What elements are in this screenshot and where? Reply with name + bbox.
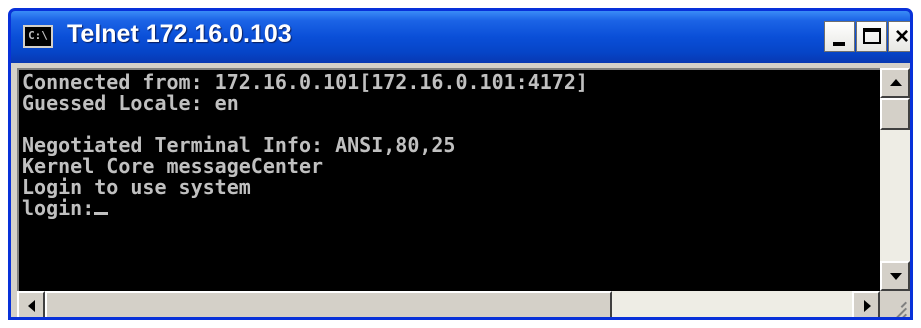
- minimize-button[interactable]: [824, 21, 855, 52]
- terminal-line: Connected from: 172.16.0.101[172.16.0.10…: [22, 70, 588, 94]
- scroll-up-button[interactable]: [880, 68, 910, 98]
- horizontal-scroll-thumb[interactable]: [45, 291, 612, 317]
- maximize-icon: [863, 28, 881, 44]
- horizontal-scrollbar[interactable]: [17, 291, 880, 317]
- vertical-scrollbar[interactable]: [880, 68, 910, 291]
- arrow-left-icon: [28, 300, 35, 312]
- vertical-scroll-thumb[interactable]: [880, 98, 910, 130]
- terminal-output[interactable]: Connected from: 172.16.0.101[172.16.0.10…: [17, 68, 880, 291]
- telnet-window: C:\ Telnet 172.16.0.103 × Connected from…: [8, 8, 913, 320]
- arrow-down-icon: [890, 273, 902, 280]
- scroll-right-button[interactable]: [852, 291, 880, 317]
- window-title: Telnet 172.16.0.103: [67, 20, 292, 48]
- grip-icon: [900, 301, 907, 308]
- arrow-right-icon: [864, 300, 871, 312]
- resize-grip[interactable]: [880, 291, 910, 317]
- window-client-area: Connected from: 172.16.0.101[172.16.0.10…: [11, 63, 910, 317]
- maximize-button[interactable]: [856, 21, 887, 52]
- close-icon: ×: [894, 23, 909, 50]
- close-button[interactable]: ×: [888, 21, 910, 52]
- terminal-line: Login to use system: [22, 175, 251, 199]
- text-cursor: [94, 212, 109, 215]
- arrow-up-icon: [890, 79, 902, 86]
- title-bar[interactable]: C:\ Telnet 172.16.0.103 ×: [11, 11, 910, 63]
- login-prompt-line[interactable]: login:: [22, 198, 880, 219]
- terminal-line: Negotiated Terminal Info: ANSI,80,25: [22, 133, 456, 157]
- terminal-line: Guessed Locale: en: [22, 91, 239, 115]
- scroll-left-button[interactable]: [17, 291, 45, 317]
- login-prompt: login:: [22, 196, 95, 220]
- terminal-line: Kernel Core messageCenter: [22, 154, 324, 178]
- scroll-down-button[interactable]: [880, 261, 910, 291]
- minimize-icon: [833, 42, 845, 46]
- console-icon[interactable]: C:\: [23, 25, 53, 48]
